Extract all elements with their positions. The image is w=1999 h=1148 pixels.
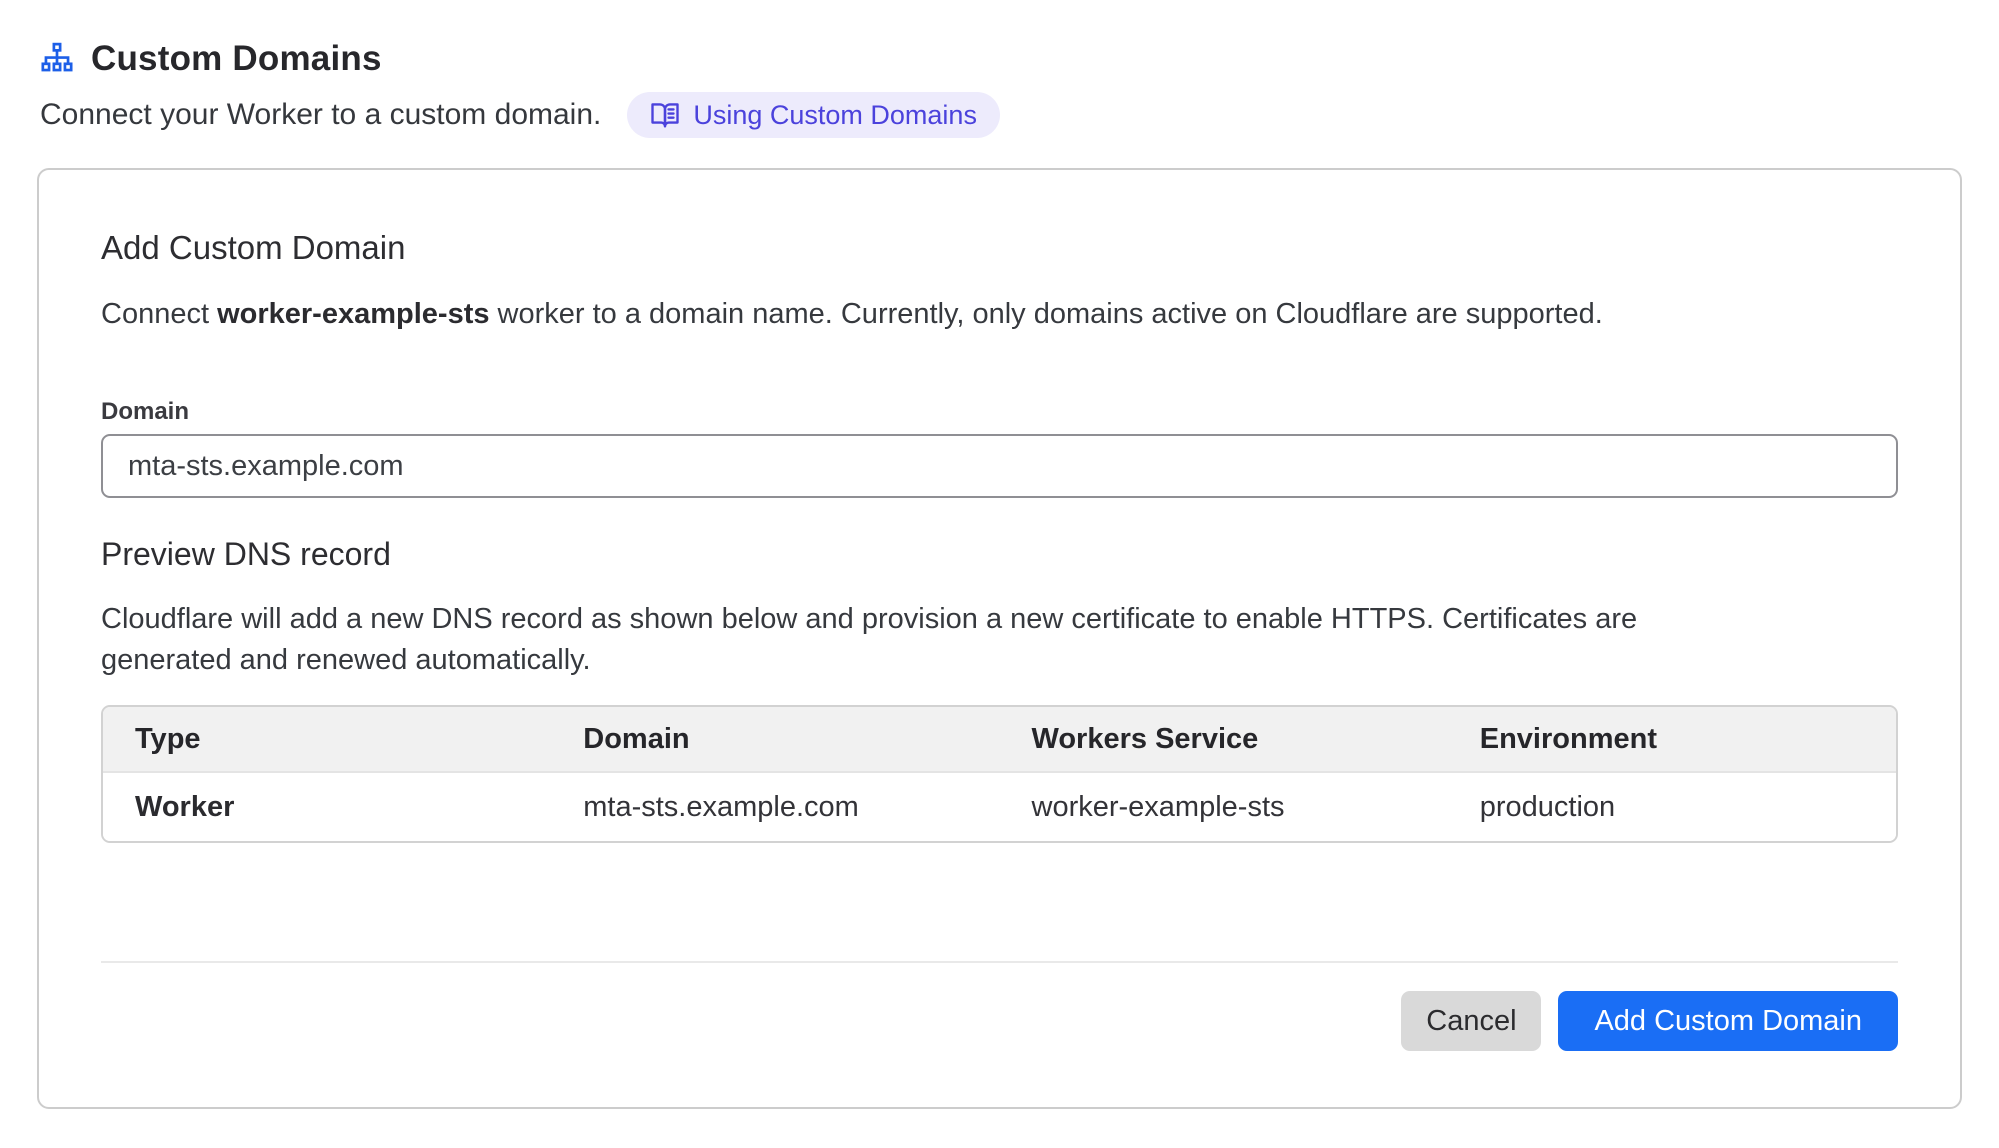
description-suffix: worker to a domain name. Currently, only… (489, 298, 1602, 330)
column-header-domain: Domain (551, 723, 999, 756)
dns-preview-table: Type Domain Workers Service Environment … (101, 705, 1898, 843)
table-header-row: Type Domain Workers Service Environment (103, 707, 1896, 773)
page-title: Custom Domains (91, 39, 382, 79)
doc-link-label: Using Custom Domains (693, 100, 977, 131)
preview-dns-title: Preview DNS record (101, 533, 1898, 575)
column-header-type: Type (103, 723, 551, 756)
domain-input[interactable] (101, 434, 1898, 498)
cell-environment: production (1448, 791, 1896, 824)
cell-type: Worker (103, 791, 551, 824)
preview-desc-line1: Cloudflare will add a new DNS record as … (101, 599, 1898, 640)
cell-workers-service: worker-example-sts (1000, 791, 1448, 824)
sitemap-icon (40, 42, 74, 76)
page-subtitle: Connect your Worker to a custom domain. (40, 98, 601, 132)
card-title: Add Custom Domain (101, 228, 1898, 268)
page-subtitle-row: Connect your Worker to a custom domain. … (40, 92, 1999, 138)
preview-desc-line2: generated and renewed automatically. (101, 640, 1898, 681)
cancel-button[interactable]: Cancel (1401, 991, 1541, 1051)
custom-domains-page: Custom Domains Connect your Worker to a … (0, 0, 1999, 1109)
domain-field-label: Domain (101, 400, 1898, 424)
card-actions: Cancel Add Custom Domain (101, 991, 1898, 1051)
worker-name: worker-example-sts (217, 298, 489, 330)
using-custom-domains-doc-link[interactable]: Using Custom Domains (627, 92, 1000, 138)
footer-divider (101, 961, 1898, 963)
description-prefix: Connect (101, 298, 217, 330)
card-description: Connect worker-example-sts worker to a d… (101, 294, 1898, 334)
book-open-icon (650, 100, 680, 130)
preview-dns-description: Cloudflare will add a new DNS record as … (101, 599, 1898, 681)
column-header-workers-service: Workers Service (1000, 723, 1448, 756)
cell-domain: mta-sts.example.com (551, 791, 999, 824)
page-header: Custom Domains (40, 38, 1999, 80)
column-header-environment: Environment (1448, 723, 1896, 756)
add-custom-domain-card: Add Custom Domain Connect worker-example… (37, 168, 1962, 1109)
add-custom-domain-button[interactable]: Add Custom Domain (1558, 991, 1898, 1051)
table-row: Worker mta-sts.example.com worker-exampl… (103, 773, 1896, 841)
